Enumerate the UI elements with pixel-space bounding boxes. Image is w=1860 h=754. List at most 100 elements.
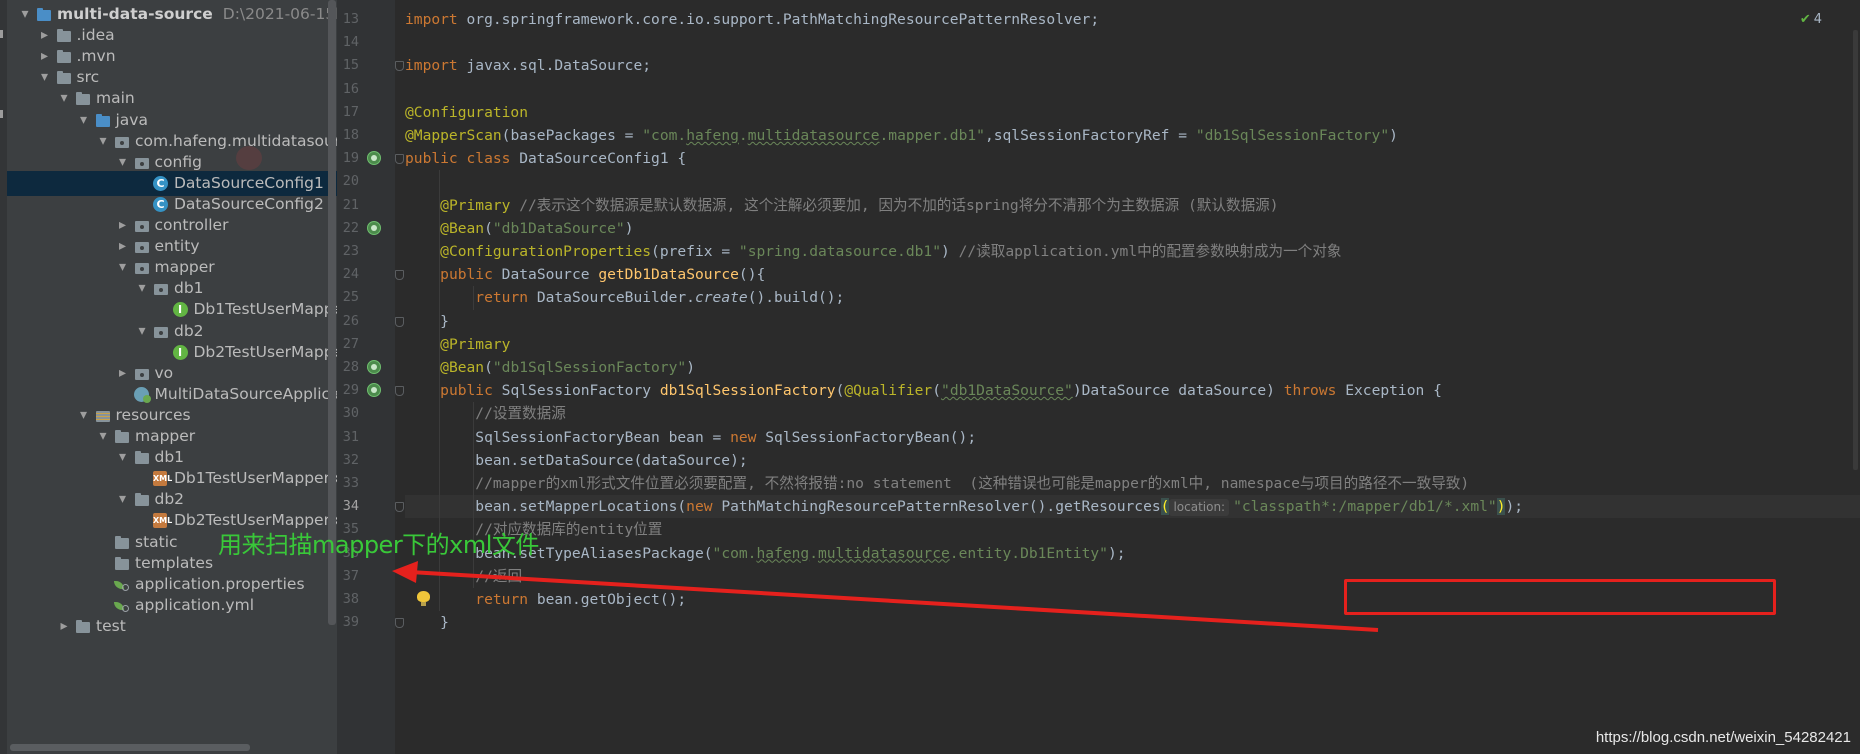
code-token: import — [405, 57, 467, 75]
line-number: 18 — [342, 127, 359, 143]
code-token: PathMatchingResourcePatternResolver().ge… — [721, 498, 1161, 516]
code-token: SqlSessionFactory — [501, 382, 660, 400]
code-token: "com. — [642, 127, 687, 144]
code-token: import — [405, 11, 467, 28]
code-token: SqlSessionFactoryBean(); — [765, 428, 977, 446]
folder-icon — [114, 429, 130, 444]
code-line[interactable]: bean.setMapperLocations(new PathMatching… — [405, 495, 1860, 519]
code-line[interactable]: bean.setTypeAliasesPackage("com.hafeng.m… — [405, 542, 1860, 565]
code-token: getDb1DataSource — [598, 266, 739, 284]
code-token: . — [809, 544, 818, 562]
checkmark-icon: ✔ — [1799, 12, 1811, 27]
spring-bean-gutter-icon[interactable] — [367, 383, 381, 398]
code-line[interactable]: public SqlSessionFactory db1SqlSessionFa… — [405, 379, 1860, 402]
xml-icon: XML — [153, 471, 172, 487]
fold-icon[interactable] — [395, 270, 404, 281]
line-number: 26 — [342, 312, 359, 329]
folder-icon — [114, 556, 130, 571]
line-number: 34 — [342, 498, 359, 515]
code-line[interactable]: //设置数据源 — [405, 402, 1860, 425]
editor-scrollbar[interactable] — [1853, 30, 1858, 470]
inspection-widget[interactable]: ✔ 4 — [1800, 12, 1822, 27]
code-token: ) — [624, 219, 634, 237]
code-line[interactable]: import javax.sql.DataSource; — [405, 54, 1860, 77]
code-line[interactable]: return DataSourceBuilder.create().build(… — [405, 286, 1860, 309]
code-line[interactable] — [405, 31, 1860, 54]
fold-icon[interactable] — [395, 618, 404, 629]
code-token: } — [405, 614, 449, 632]
fold-icon[interactable] — [395, 386, 404, 397]
interface-icon: I — [172, 344, 188, 360]
code-token: public — [440, 266, 502, 284]
code-editor[interactable]: 13 14 15 16 17 18 19 20 21 22 23 24 25 26 27 28 29 30 31 32… — [337, 0, 1860, 754]
code-token: "spring.datasource.db1" — [738, 243, 941, 260]
code-line[interactable]: @Primary — [405, 333, 1860, 356]
code-token: "db1SqlSessionFactory" — [492, 359, 687, 376]
class-icon: C — [153, 175, 168, 191]
fold-icon[interactable] — [395, 154, 404, 165]
code-token: db1SqlSessionFactory — [659, 382, 836, 400]
code-token: //返回 — [475, 567, 523, 585]
line-number: 19 — [342, 150, 359, 167]
folder-icon — [134, 492, 150, 507]
fold-icon[interactable] — [395, 502, 404, 513]
code-line[interactable]: } — [405, 310, 1860, 333]
fold-icon[interactable] — [395, 61, 404, 72]
indent-guide — [473, 286, 474, 310]
code-token: ) — [686, 359, 695, 376]
code-line[interactable]: public DataSource getDb1DataSource(){ — [405, 263, 1860, 286]
code-token: hafeng — [756, 544, 810, 562]
code-line[interactable]: public class DataSourceConfig1 { — [405, 147, 1860, 170]
line-number: 13 — [342, 11, 359, 27]
package-icon — [134, 260, 150, 275]
code-line[interactable]: @Bean("db1SqlSessionFactory") — [405, 356, 1860, 379]
code-line[interactable]: bean.setDataSource(dataSource); — [405, 449, 1860, 472]
code-line[interactable] — [405, 78, 1860, 101]
lightbulb-icon[interactable] — [417, 591, 430, 606]
fold-icon[interactable] — [395, 316, 404, 327]
package-icon — [114, 134, 130, 149]
spring-bean-gutter-icon[interactable] — [367, 360, 381, 374]
line-number: 37 — [342, 567, 359, 584]
code-token: throws — [1283, 382, 1346, 400]
line-number: 25 — [342, 289, 359, 306]
code-token: . — [738, 127, 748, 144]
code-token: @Primary — [440, 335, 511, 353]
parameter-hint: location: — [1169, 499, 1230, 517]
line-number: 16 — [342, 80, 359, 97]
stripe-marker — [0, 30, 3, 38]
line-number: 33 — [342, 475, 359, 491]
tree-horizontal-scrollbar[interactable] — [10, 744, 250, 751]
code-token: ,sqlSessionFactoryRef = — [984, 127, 1196, 144]
code-line[interactable] — [405, 170, 1860, 193]
spring-bean-gutter-icon[interactable] — [367, 220, 381, 235]
folder-blue-icon — [95, 113, 111, 128]
code-token: ); — [1505, 498, 1524, 516]
code-token: public — [440, 382, 502, 400]
code-line[interactable]: //对应数据库的entity位置 — [405, 518, 1860, 541]
code-token: create — [694, 289, 748, 307]
chevron-right-icon[interactable]: ▸ — [56, 614, 72, 639]
code-token: ( — [932, 382, 942, 400]
code-line[interactable]: @Bean("db1DataSource") — [405, 217, 1860, 240]
code-token: ); — [1107, 544, 1126, 562]
annotation-highlight-box — [1344, 579, 1776, 615]
code-line[interactable]: @ConfigurationProperties(prefix = "sprin… — [405, 240, 1860, 263]
code-line[interactable]: @Configuration — [405, 101, 1860, 124]
code-line[interactable]: @MapperScan(basePackages = "com.hafeng.m… — [405, 124, 1860, 147]
code-token: @Configuration — [405, 103, 529, 121]
code-line[interactable]: import org.springframework.core.io.suppo… — [405, 8, 1860, 31]
tool-window-stripe — [0, 0, 7, 754]
code-token: "db1SqlSessionFactory" — [1195, 127, 1390, 144]
code-line[interactable]: @Primary //表示这个数据源是默认数据源, 这个注解必须要加, 因为不加… — [405, 194, 1860, 217]
spring-bean-gutter-icon[interactable] — [367, 151, 381, 166]
code-line[interactable]: SqlSessionFactoryBean bean = new SqlSess… — [405, 426, 1860, 449]
code-line[interactable]: //mapper的xml形式文件位置必须要配置, 不然将报错:no statem… — [405, 472, 1860, 495]
